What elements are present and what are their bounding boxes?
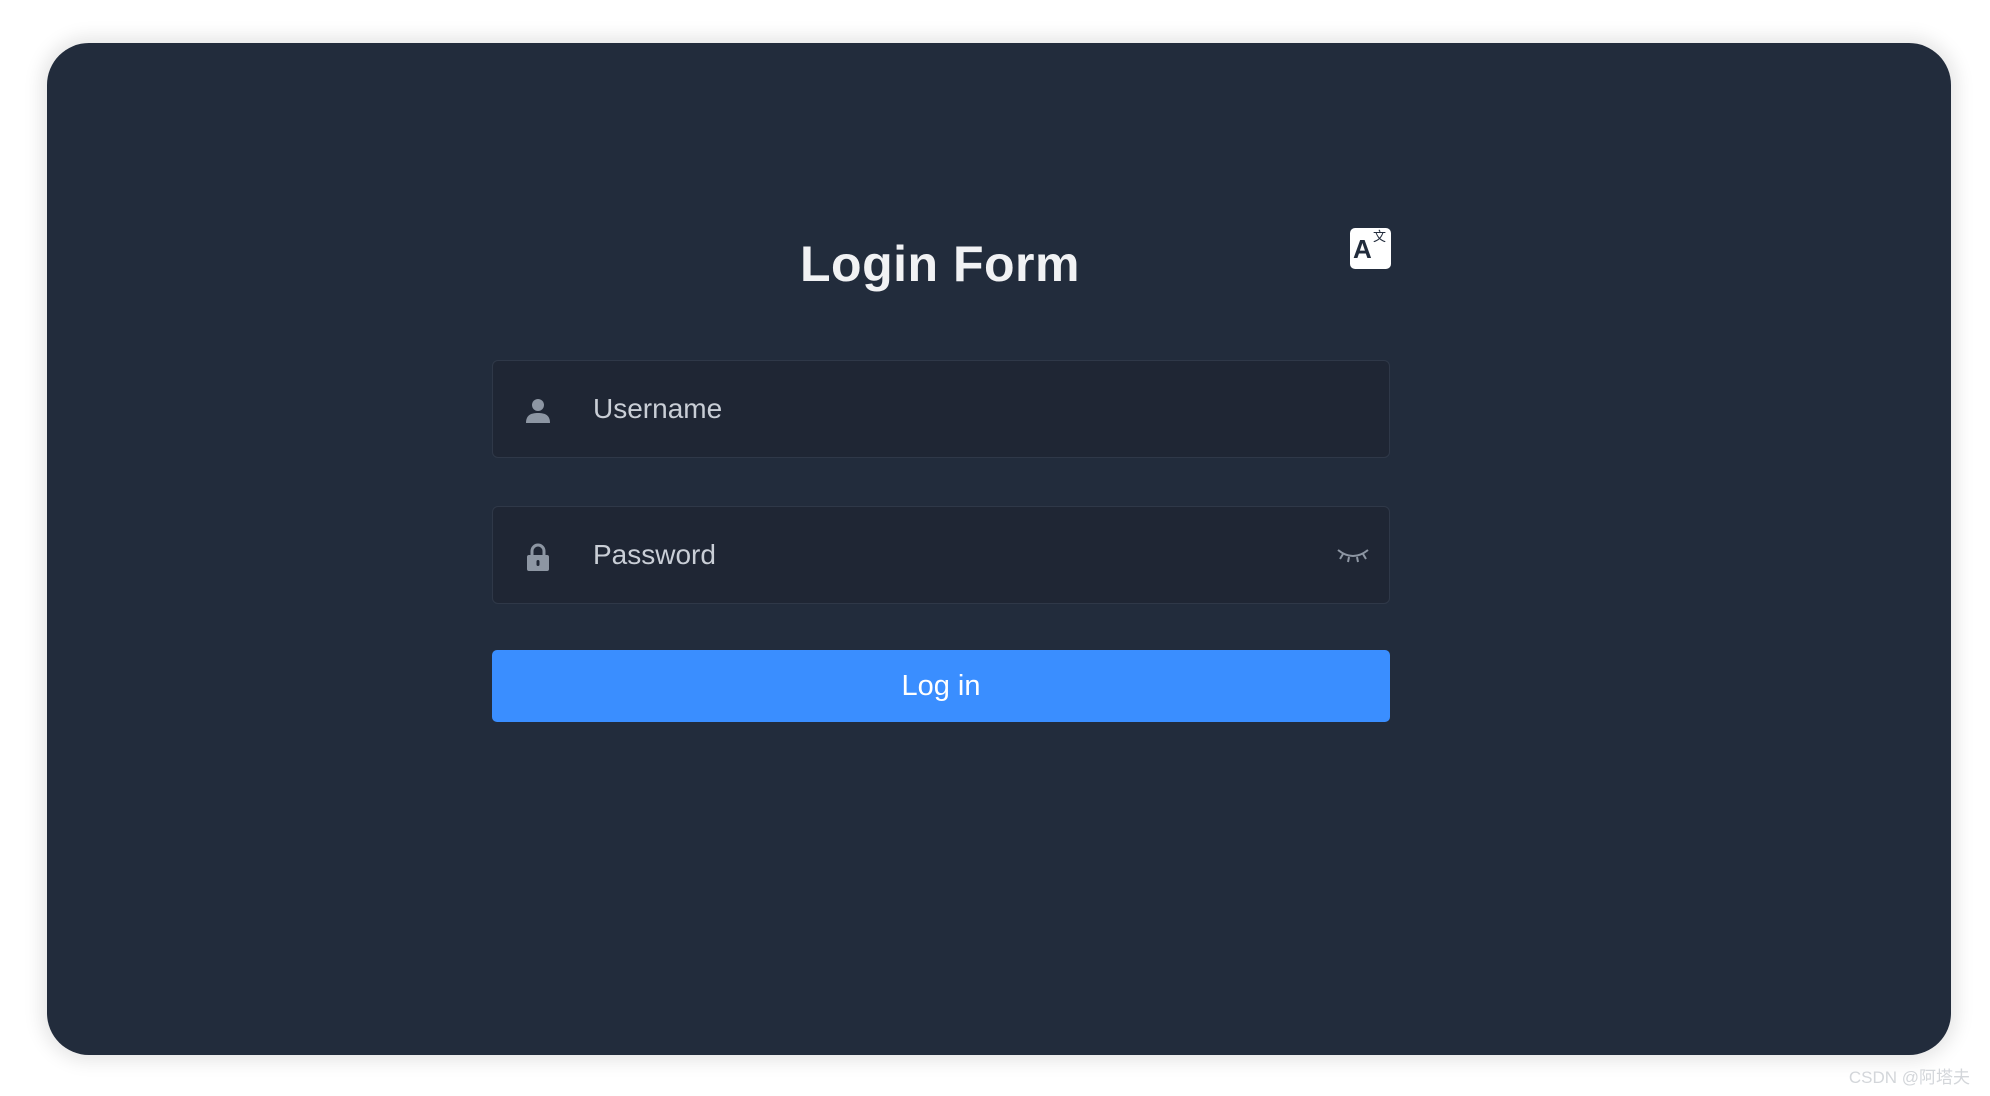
password-input[interactable] — [593, 531, 1293, 579]
language-switch-button[interactable]: A 文 — [1350, 228, 1391, 269]
eye-closed-icon[interactable] — [1335, 542, 1371, 568]
translate-icon-cjk: 文 — [1373, 230, 1387, 245]
username-field[interactable] — [492, 360, 1390, 458]
password-field[interactable] — [492, 506, 1390, 604]
watermark: CSDN @阿塔夫 — [1848, 1068, 1970, 1087]
login-window: Login Form A 文 Username Log in — [47, 43, 1951, 1055]
username-input[interactable] — [593, 385, 1293, 433]
login-button[interactable]: Log in — [492, 650, 1390, 722]
user-icon — [526, 399, 550, 423]
translate-icon-latin: A — [1353, 234, 1372, 264]
lock-icon — [527, 543, 549, 571]
page-title: Login Form — [800, 236, 1080, 292]
page: Login Form A 文 Username Log in CSDN @阿塔夫 — [0, 0, 1990, 1096]
